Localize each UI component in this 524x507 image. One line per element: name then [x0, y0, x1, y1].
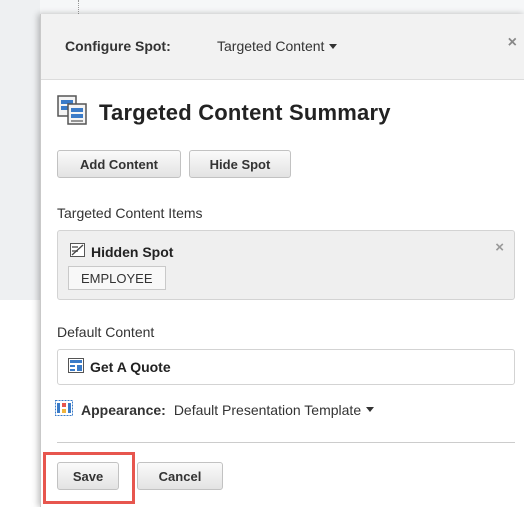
chevron-down-icon: [366, 407, 375, 412]
hide-spot-button[interactable]: Hide Spot: [189, 150, 291, 178]
targeted-items-label: Targeted Content Items: [57, 205, 203, 221]
spot-type-value: Targeted Content: [217, 38, 325, 54]
appearance-dropdown[interactable]: Default Presentation Template: [173, 401, 375, 418]
close-icon[interactable]: ×: [508, 34, 517, 52]
dialog-header: Configure Spot: Targeted Content ×: [41, 14, 524, 80]
background-panel: [0, 0, 40, 300]
chevron-down-icon: [329, 43, 338, 49]
save-button[interactable]: Save: [57, 462, 119, 490]
default-content-value: Get A Quote: [90, 359, 171, 375]
divider: [57, 442, 515, 443]
hidden-spot-icon: [70, 243, 85, 260]
appearance-value: Default Presentation Template: [173, 401, 362, 418]
targeted-items-panel: Hidden Spot × EMPLOYEE: [57, 230, 515, 300]
configure-spot-dialog: Configure Spot: Targeted Content × Targe…: [40, 14, 524, 507]
summary-heading: Targeted Content Summary: [57, 95, 391, 130]
list-item[interactable]: Hidden Spot: [70, 243, 173, 260]
configure-spot-label: Configure Spot:: [65, 38, 171, 54]
background-dotted-line: [78, 0, 79, 14]
page-title: Targeted Content Summary: [99, 99, 391, 125]
segment-tag: EMPLOYEE: [68, 266, 166, 290]
appearance-row: Appearance: Default Presentation Templat…: [55, 400, 375, 419]
spot-type-dropdown[interactable]: Targeted Content: [217, 38, 338, 54]
targeted-content-icon: [57, 95, 87, 130]
appearance-label: Appearance:: [81, 401, 166, 418]
cancel-button[interactable]: Cancel: [137, 462, 223, 490]
add-content-button[interactable]: Add Content: [57, 150, 181, 178]
appearance-icon: [55, 400, 73, 419]
default-content-label: Default Content: [57, 324, 155, 340]
content-icon: [68, 358, 84, 376]
list-item-label: Hidden Spot: [91, 243, 174, 260]
remove-item-icon[interactable]: ×: [495, 239, 504, 256]
default-content-field[interactable]: Get A Quote: [57, 349, 515, 385]
background-top: [40, 0, 524, 14]
